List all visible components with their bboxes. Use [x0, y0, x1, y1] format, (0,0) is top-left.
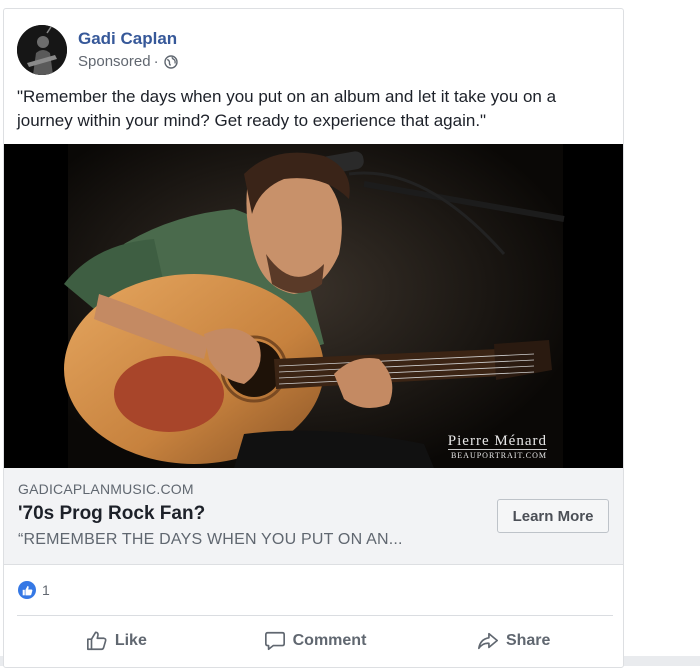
thumbs-up-icon: [86, 631, 107, 651]
header-text: Gadi Caplan Sponsored ·: [78, 28, 178, 72]
like-button[interactable]: Like: [17, 623, 216, 659]
post-actions: Like Comment Share: [17, 623, 613, 659]
sponsored-row: Sponsored ·: [78, 52, 178, 72]
comment-label: Comment: [292, 632, 367, 649]
post-image[interactable]: Pierre Ménard BEAUPORTRAIT.COM: [4, 144, 623, 468]
link-preview[interactable]: GADICAPLANMUSIC.COM '70s Prog Rock Fan? …: [4, 468, 623, 565]
avatar[interactable]: [17, 25, 67, 75]
page-name-link[interactable]: Gadi Caplan: [78, 28, 178, 50]
learn-more-button[interactable]: Learn More: [497, 499, 609, 533]
like-reaction-icon: [18, 581, 36, 599]
reaction-count: 1: [42, 582, 50, 598]
actions-divider: [17, 615, 613, 616]
globe-icon[interactable]: [163, 55, 178, 69]
share-button[interactable]: Share: [414, 623, 613, 659]
share-label: Share: [505, 632, 551, 649]
separator: ·: [153, 53, 159, 70]
link-headline[interactable]: '70s Prog Rock Fan?: [18, 503, 205, 525]
watermark-name: Pierre Ménard: [447, 433, 547, 449]
comment-button[interactable]: Comment: [216, 623, 415, 659]
reactions-summary[interactable]: 1: [18, 581, 50, 599]
link-description: “REMEMBER THE DAYS WHEN YOU PUT ON AN...: [18, 531, 403, 548]
post-header: Gadi Caplan Sponsored ·: [17, 24, 178, 76]
link-domain: GADICAPLANMUSIC.COM: [18, 481, 194, 497]
share-icon: [477, 632, 498, 650]
watermark-site: BEAUPORTRAIT.COM: [447, 449, 547, 460]
photo-watermark: Pierre Ménard BEAUPORTRAIT.COM: [447, 433, 547, 460]
comment-icon: [264, 631, 285, 651]
avatar-image: [17, 25, 67, 75]
post-message: "Remember the days when you put on an al…: [17, 87, 557, 130]
like-label: Like: [114, 632, 147, 649]
sponsored-label[interactable]: Sponsored: [78, 52, 151, 72]
guitarist-photo: [4, 144, 623, 468]
sponsored-post-card: Gadi Caplan Sponsored · "Remember the da…: [3, 8, 624, 668]
